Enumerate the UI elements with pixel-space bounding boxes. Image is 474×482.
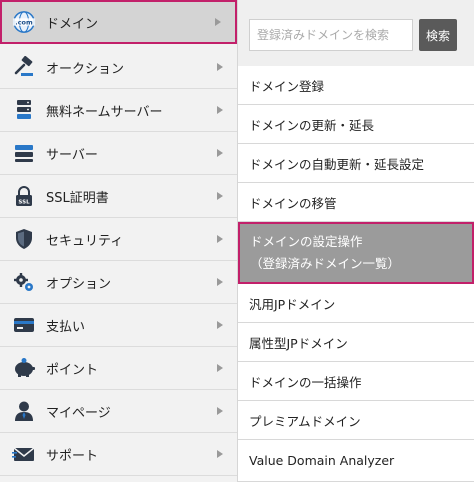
submenu-sublabel-registered-domains: （登録済みドメイン一覧） — [250, 256, 401, 271]
chevron-right-icon — [217, 407, 223, 415]
menu-item-auction[interactable]: オークション — [0, 46, 237, 89]
svg-text:SSL: SSL — [18, 200, 30, 206]
chevron-right-icon — [217, 235, 223, 243]
domain-search-input[interactable] — [249, 19, 413, 51]
submenu-item-domain-transfer[interactable]: ドメインの移管 — [238, 183, 474, 222]
menu-label-free-nameserver: 無料ネームサーバー — [46, 104, 163, 120]
gavel-icon — [12, 55, 36, 79]
menu-label-domain: ドメイン — [46, 16, 99, 32]
submenu-item-bulk-operation[interactable]: ドメインの一括操作 — [238, 362, 474, 401]
chevron-right-icon — [217, 149, 223, 157]
menu-label-mypage: マイページ — [46, 405, 111, 421]
chevron-right-icon — [217, 321, 223, 329]
menu-item-option[interactable]: オプション — [0, 261, 237, 304]
menu-item-free-nameserver[interactable]: 無料ネームサーバー — [0, 89, 237, 132]
chevron-right-icon — [217, 364, 223, 372]
menu-item-payment[interactable]: 支払い — [0, 304, 237, 347]
chevron-right-icon — [217, 192, 223, 200]
menu-label-security: セキュリティ — [46, 233, 124, 249]
ssl-lock-icon: SSL — [12, 184, 36, 208]
chevron-right-icon — [217, 63, 223, 71]
menu-item-point[interactable]: ポイント — [0, 347, 237, 390]
submenu-item-premium-domain[interactable]: プレミアムドメイン — [238, 401, 474, 440]
piggy-bank-icon — [12, 356, 36, 380]
submenu-item-domain-registration[interactable]: ドメイン登録 — [238, 66, 474, 105]
svg-text:.com: .com — [15, 18, 33, 26]
chevron-right-icon — [215, 18, 221, 26]
menu-item-support[interactable]: サポート — [0, 433, 237, 476]
search-button[interactable]: 検索 — [419, 19, 457, 51]
submenu-label-domain-settings: ドメインの設定操作 — [250, 234, 363, 249]
menu-label-server: サーバー — [46, 147, 98, 163]
menu-label-support: サポート — [46, 448, 99, 464]
menu-label-ssl: SSL証明書 — [46, 190, 109, 206]
menu-item-server[interactable]: サーバー — [0, 132, 237, 175]
submenu-item-domain-renewal[interactable]: ドメインの更新・延長 — [238, 105, 474, 144]
submenu-item-auto-renewal[interactable]: ドメインの自動更新・延長設定 — [238, 144, 474, 183]
menu-label-point: ポイント — [46, 362, 99, 378]
menu-label-option: オプション — [46, 276, 112, 292]
submenu-item-general-jp[interactable]: 汎用JPドメイン — [238, 284, 474, 323]
menu-item-security[interactable]: セキュリティ — [0, 218, 237, 261]
domain-submenu: 検索 ドメイン登録 ドメインの更新・延長 ドメインの自動更新・延長設定 ドメイン… — [238, 0, 474, 482]
user-icon — [12, 399, 36, 423]
server-icon — [12, 141, 36, 165]
credit-card-icon — [12, 313, 36, 337]
menu-item-domain[interactable]: .com ドメイン — [0, 0, 237, 44]
chevron-right-icon — [217, 278, 223, 286]
main-menu: .com ドメイン オークション 無料ネームサーバー サーバー SSL SSL証… — [0, 0, 238, 482]
chevron-right-icon — [217, 106, 223, 114]
globe-com-icon: .com — [12, 10, 36, 34]
submenu-item-value-domain-analyzer[interactable]: Value Domain Analyzer — [238, 440, 474, 482]
submenu-item-domain-settings[interactable]: ドメインの設定操作 （登録済みドメイン一覧） — [238, 222, 474, 284]
submenu-item-attribute-jp[interactable]: 属性型JPドメイン — [238, 323, 474, 362]
chevron-right-icon — [217, 450, 223, 458]
menu-label-auction: オークション — [46, 61, 125, 77]
menu-item-ssl[interactable]: SSL SSL証明書 — [0, 175, 237, 218]
domain-search-bar: 検索 — [238, 0, 474, 66]
gears-icon — [12, 270, 36, 294]
menu-item-mypage[interactable]: マイページ — [0, 390, 237, 433]
menu-label-payment: 支払い — [46, 319, 86, 335]
shield-icon — [12, 227, 36, 251]
mail-icon — [12, 442, 36, 466]
server-stack-icon — [12, 98, 36, 122]
